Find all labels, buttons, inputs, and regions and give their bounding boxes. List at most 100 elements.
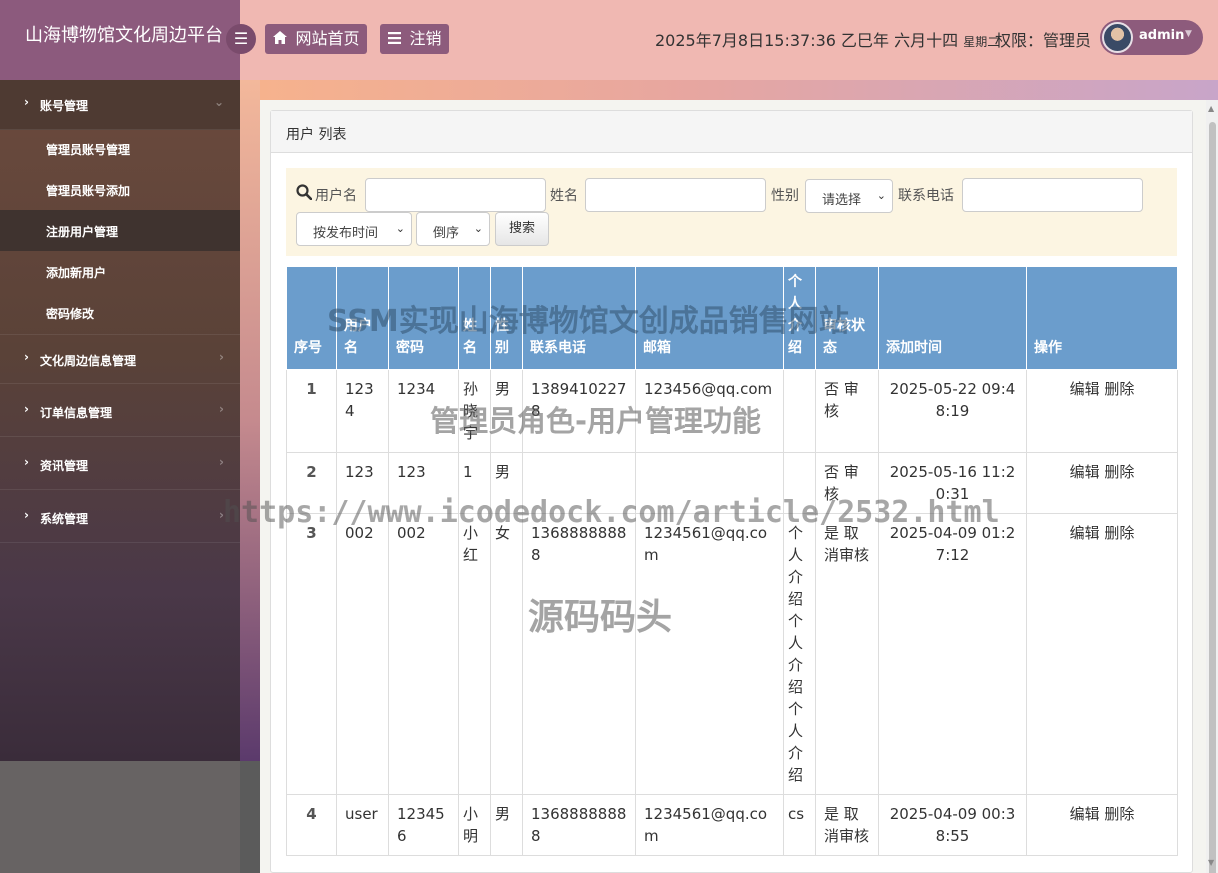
delete-link[interactable]: 删除	[1104, 524, 1134, 542]
cell-actions: 编辑 删除	[1026, 794, 1178, 856]
sidebar-group-news[interactable]: › 资讯管理 ›	[0, 440, 240, 490]
cell-username: 1234	[336, 369, 389, 453]
sidebar-group-system[interactable]: › 系统管理 ›	[0, 493, 240, 543]
cell-email	[635, 452, 784, 514]
gender-select[interactable]: 请选择 ⌄	[805, 179, 893, 213]
chevron-right-icon: ›	[24, 95, 29, 109]
cell-gender: 男	[490, 794, 523, 856]
home-button[interactable]: 网站首页	[265, 24, 368, 54]
delete-link[interactable]: 删除	[1104, 463, 1134, 481]
cell-name: 1	[458, 452, 491, 514]
cell-status[interactable]: 是 取消审核	[815, 794, 879, 856]
avatar	[1102, 22, 1133, 53]
scroll-down-icon[interactable]: ▼	[1208, 858, 1214, 867]
column-header[interactable]: 联系电话	[522, 266, 636, 370]
sidebar-item-label: 添加新用户	[46, 266, 107, 280]
scrollbar-thumb[interactable]	[1209, 122, 1216, 873]
chevron-right-icon: ›	[219, 402, 224, 416]
datetime-display: 2025年7月8日15:37:36 乙巳年 六月十四 星期二	[655, 27, 999, 51]
app-title: 山海博物馆文化周边平台	[0, 0, 240, 80]
chevron-down-icon: ▼	[1185, 29, 1192, 39]
cell-name: 小明	[458, 794, 491, 856]
panel-title: 用户 列表	[286, 127, 347, 143]
menu-toggle-button[interactable]: ☰	[226, 24, 256, 54]
chevron-down-icon: ⌄	[473, 222, 483, 235]
table-row: 4 user 123456 小明 男 13688888888 1234561@q…	[286, 794, 1178, 856]
chevron-right-icon: ›	[24, 455, 29, 469]
sort-order-value: 倒序	[433, 226, 460, 241]
cell-name: 孙晓宇	[458, 369, 491, 453]
cell-time: 2025-04-09 01:27:12	[878, 513, 1027, 795]
column-header[interactable]: 性别	[490, 266, 523, 370]
sort-field-select[interactable]: 按发布时间 ⌄	[296, 212, 412, 246]
column-header[interactable]: 用户名	[336, 266, 389, 370]
chevron-right-icon: ›	[24, 402, 29, 416]
sidebar-group-products[interactable]: › 文化周边信息管理 ›	[0, 334, 240, 384]
cell-actions: 编辑 删除	[1026, 513, 1178, 795]
search-icon	[296, 184, 313, 201]
sidebar-group-label: 订单信息管理	[40, 406, 113, 420]
phone-filter-input[interactable]	[962, 178, 1143, 212]
username-filter-input[interactable]	[365, 178, 546, 212]
chevron-right-icon: ›	[219, 508, 224, 522]
sidebar-group-label: 文化周边信息管理	[40, 354, 137, 368]
cell-time: 2025-05-16 11:20:31	[878, 452, 1027, 514]
column-header[interactable]: 操作	[1026, 266, 1178, 370]
name-filter-label: 姓名	[550, 188, 578, 204]
chevron-down-icon: ⌄	[213, 95, 224, 109]
sidebar-item-add-admin[interactable]: 管理员账号添加	[0, 169, 240, 210]
sidebar-group-account[interactable]: › 账号管理 ⌄	[0, 80, 240, 130]
cell-time: 2025-05-22 09:48:19	[878, 369, 1027, 453]
logout-button[interactable]: 注销	[380, 24, 450, 54]
vertical-scrollbar[interactable]: ▲ ▼	[1206, 100, 1218, 873]
home-button-label: 网站首页	[295, 29, 360, 48]
column-header[interactable]: 添加时间	[878, 266, 1027, 370]
cell-username: 123	[336, 452, 389, 514]
user-table: 序号 用户名 密码 姓名 性别 联系电话 邮箱 个人介绍 审核状态 添加时间 操…	[286, 266, 1178, 856]
edit-link[interactable]: 编辑	[1070, 380, 1100, 398]
cell-phone	[522, 452, 636, 514]
column-header[interactable]: 邮箱	[635, 266, 784, 370]
cell-status[interactable]: 否 审核	[815, 369, 879, 453]
sidebar-item-change-password[interactable]: 密码修改	[0, 292, 240, 333]
sidebar-item-registered-users[interactable]: 注册用户管理	[0, 210, 240, 251]
cell-intro	[783, 369, 816, 453]
chevron-right-icon: ›	[24, 350, 29, 364]
sidebar-group-label: 账号管理	[40, 99, 89, 113]
column-header[interactable]: 序号	[286, 266, 337, 370]
edit-link[interactable]: 编辑	[1070, 463, 1100, 481]
cell-email: 123456@qq.com	[635, 369, 784, 453]
search-button[interactable]: 搜索	[495, 212, 549, 246]
list-icon	[388, 32, 405, 48]
name-filter-input[interactable]	[585, 178, 766, 212]
cell-time: 2025-04-09 00:38:55	[878, 794, 1027, 856]
sidebar-group-orders[interactable]: › 订单信息管理 ›	[0, 387, 240, 437]
edit-link[interactable]: 编辑	[1070, 524, 1100, 542]
weekday-text: 星期二	[963, 35, 1000, 49]
cell-phone: 13688888888	[522, 513, 636, 795]
table-row: 1 1234 1234 孙晓宇 男 13894102278 123456@qq.…	[286, 369, 1178, 453]
sort-order-select[interactable]: 倒序 ⌄	[416, 212, 490, 246]
cell-password: 123456	[388, 794, 459, 856]
user-menu[interactable]: admin ▼	[1100, 20, 1203, 55]
sidebar-item-add-user[interactable]: 添加新用户	[0, 251, 240, 292]
row-index: 3	[286, 513, 337, 795]
column-header[interactable]: 姓名	[458, 266, 491, 370]
cell-status[interactable]: 是 取消审核	[815, 513, 879, 795]
column-header[interactable]: 个人介绍	[783, 266, 816, 370]
logout-button-label: 注销	[409, 29, 442, 48]
column-header[interactable]: 审核状态	[815, 266, 879, 370]
phone-filter-label: 联系电话	[898, 188, 954, 204]
gender-filter-label: 性别	[771, 188, 799, 204]
scroll-up-icon[interactable]: ▲	[1208, 104, 1214, 113]
sidebar-item-admin-accounts[interactable]: 管理员账号管理	[0, 128, 240, 169]
edit-link[interactable]: 编辑	[1070, 805, 1100, 823]
cell-status[interactable]: 否 审核	[815, 452, 879, 514]
cell-name: 小红	[458, 513, 491, 795]
row-index: 4	[286, 794, 337, 856]
sidebar-edge	[240, 80, 260, 761]
column-header[interactable]: 密码	[388, 266, 459, 370]
delete-link[interactable]: 删除	[1104, 805, 1134, 823]
delete-link[interactable]: 删除	[1104, 380, 1134, 398]
cell-username: user	[336, 794, 389, 856]
